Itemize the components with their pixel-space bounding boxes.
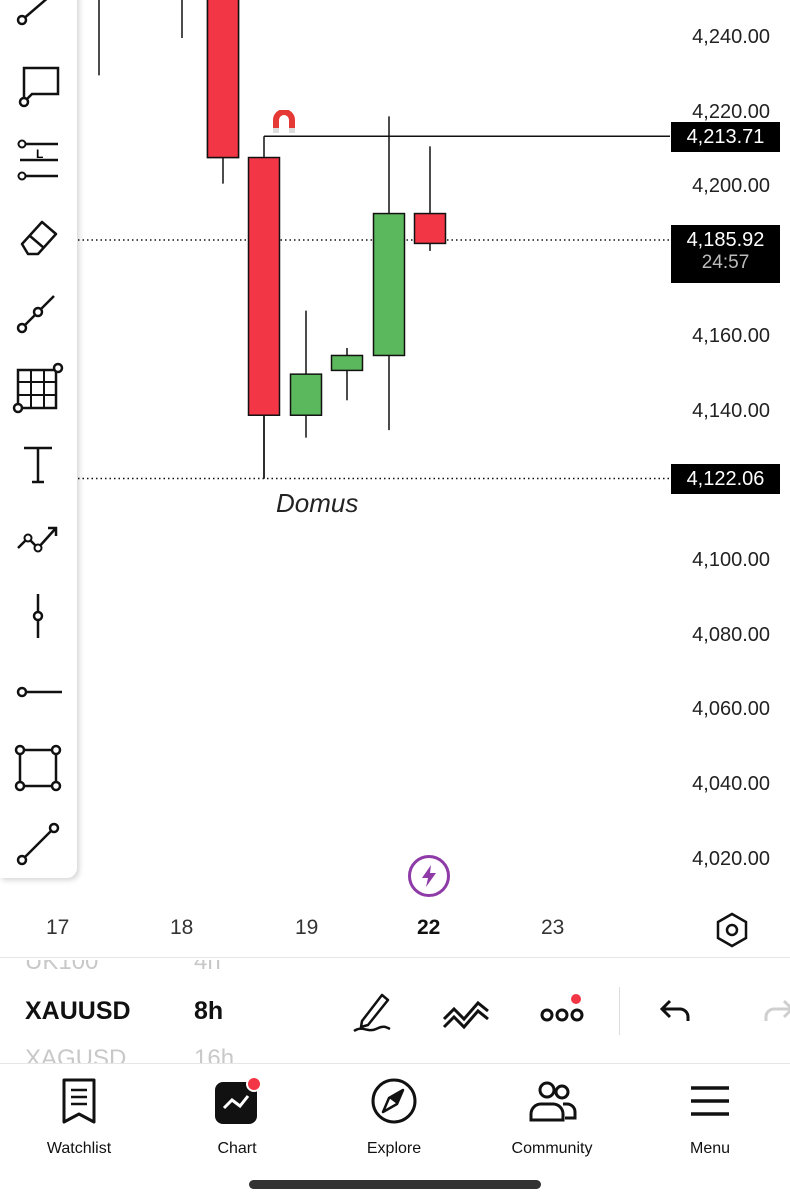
x-axis-label: 17 (46, 916, 70, 939)
candle-body (372, 212, 406, 357)
candle-body (247, 156, 281, 416)
timeframe-next[interactable]: 16h (194, 1045, 234, 1064)
menu-icon (691, 1086, 729, 1116)
y-axis-label: 4,040.00 (692, 773, 770, 795)
indicators-icon[interactable] (440, 985, 492, 1037)
high-price-tag: 4,213.71 (671, 122, 780, 152)
x-axis-label: 19 (295, 916, 319, 939)
candle-body (330, 354, 364, 372)
nav-explore-label: Explore (366, 1140, 422, 1157)
y-axis-label: 4,160.00 (692, 324, 770, 347)
x-axis-label: 23 (541, 916, 565, 939)
community-icon (529, 1081, 577, 1122)
x-axis-label: 22 (417, 916, 441, 939)
y-axis-label: 4,240.00 (692, 26, 770, 48)
compass-icon (371, 1078, 417, 1124)
long-position-icon[interactable]: L (10, 132, 66, 188)
nav-explore[interactable]: Explore (334, 1076, 454, 1158)
candle-body (289, 373, 323, 416)
nav-chart[interactable]: Chart (177, 1076, 297, 1158)
y-axis-label: 4,140.00 (692, 399, 770, 422)
low-price-value: 4,122.06 (686, 468, 765, 490)
nav-community[interactable]: Community (492, 1076, 612, 1158)
home-indicator (249, 1180, 541, 1189)
nav-chart-label: Chart (217, 1140, 257, 1157)
symbol-current[interactable]: XAUUSD (25, 997, 131, 1026)
nav-menu-label: Menu (689, 1140, 731, 1157)
candle-countdown: 24:57 (701, 252, 750, 273)
flash-icon[interactable] (408, 855, 450, 897)
magnet-icon[interactable] (271, 110, 297, 134)
draw-pencil-icon[interactable] (346, 985, 398, 1037)
timeframe-prev[interactable]: 4h (194, 960, 221, 976)
x-axis-label: 18 (170, 916, 194, 939)
candle-body (413, 212, 447, 245)
chart-icon (215, 1076, 262, 1124)
high-price-value: 4,213.71 (686, 126, 765, 148)
candle-body (206, 0, 240, 159)
vertical-line-icon[interactable] (10, 588, 66, 644)
undo-icon[interactable] (650, 985, 702, 1037)
rectangle-icon[interactable] (10, 740, 66, 796)
symbol-next[interactable]: XAGUSD (25, 1045, 126, 1064)
hexagon-settings-icon[interactable] (714, 910, 750, 950)
y-axis-label: 4,220.00 (692, 100, 770, 123)
current-price-tag: 4,185.92 24:57 (671, 225, 780, 283)
nav-community-label: Community (511, 1140, 593, 1157)
drawing-toolbar: L (0, 0, 77, 878)
chart-annotation-text[interactable]: Domus (276, 488, 358, 519)
chart-area[interactable]: 4,213.71 4,185.92 24:57 4,122.06 Domus L (0, 0, 790, 958)
line-tool-icon[interactable] (10, 0, 66, 36)
current-price-value: 4,185.92 (686, 229, 765, 251)
nav-watchlist-label: Watchlist (46, 1140, 112, 1157)
redo-icon[interactable] (752, 985, 790, 1037)
pattern-icon[interactable] (10, 512, 66, 568)
y-axis-label: 4,020.00 (692, 847, 770, 870)
watchlist-icon (62, 1078, 96, 1124)
low-price-tag: 4,122.06 (671, 464, 780, 494)
eraser-icon[interactable] (10, 208, 66, 264)
timeframe-current[interactable]: 8h (194, 997, 223, 1026)
divider (0, 957, 790, 958)
horizontal-ray-icon[interactable] (10, 664, 66, 720)
symbol-prev[interactable]: UK100 (25, 960, 98, 976)
nav-watchlist[interactable]: Watchlist (19, 1076, 139, 1158)
y-axis-label: 4,080.00 (692, 623, 770, 646)
comment-tool-icon[interactable] (10, 56, 66, 112)
y-axis-label: 4,200.00 (692, 175, 770, 198)
grid-icon[interactable] (10, 360, 66, 416)
svg-text:L: L (36, 147, 43, 161)
segment-icon[interactable] (10, 816, 66, 872)
trendline-icon[interactable] (10, 284, 66, 340)
text-tool-icon[interactable] (10, 436, 66, 492)
y-axis-label: 4,060.00 (692, 698, 770, 721)
y-axis-label: 4,100.00 (692, 548, 770, 571)
toolbar-divider (619, 987, 620, 1035)
nav-menu[interactable]: Menu (650, 1076, 770, 1158)
more-options-icon[interactable] (536, 985, 588, 1037)
